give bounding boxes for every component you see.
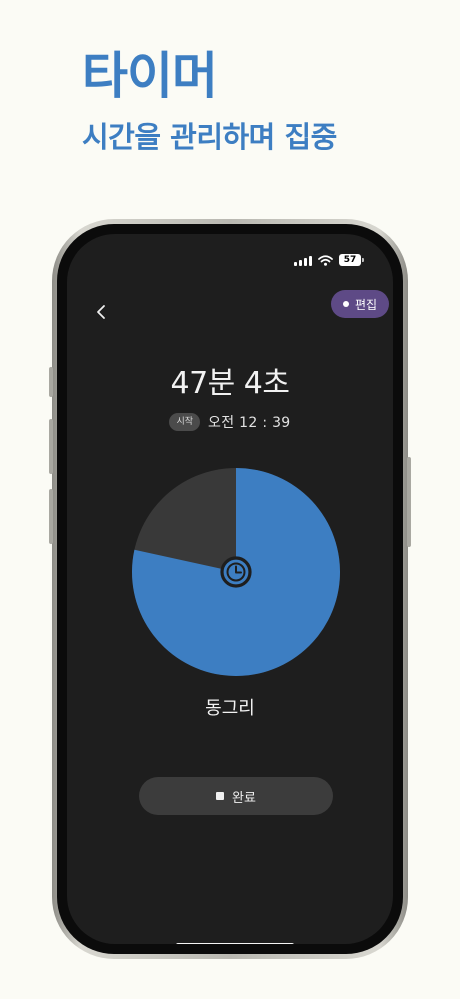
elapsed-time: 47분 4초 xyxy=(170,366,291,401)
battery-level: 57 xyxy=(343,255,357,265)
phone-frame: 57 편집 47분 4초 시작 오전 12 : 39 동그리 완료 xyxy=(49,219,411,959)
cellular-signal-icon xyxy=(294,255,312,266)
action-button xyxy=(49,367,53,397)
volume-up-button xyxy=(49,419,53,474)
edit-dot-icon xyxy=(342,301,349,307)
chevron-left-icon xyxy=(97,305,105,319)
start-time: 오전 12 : 39 xyxy=(208,415,291,431)
home-indicator[interactable] xyxy=(176,943,294,944)
task-name: 동그리 xyxy=(205,698,255,719)
headline: 타이머 xyxy=(82,47,218,105)
start-badge: 시작 xyxy=(169,413,201,431)
subheadline: 시간을 관리하며 집중 xyxy=(82,120,337,154)
phone-bezel: 57 편집 47분 4초 시작 오전 12 : 39 동그리 완료 xyxy=(57,224,403,954)
stop-square-icon xyxy=(216,792,225,800)
screen: 57 편집 47분 4초 시작 오전 12 : 39 동그리 완료 xyxy=(67,234,393,944)
power-button xyxy=(407,457,411,547)
start-info: 시작 오전 12 : 39 xyxy=(67,412,393,432)
clock-icon xyxy=(220,556,252,588)
edit-button-label: 편집 xyxy=(354,297,378,312)
complete-button-label: 완료 xyxy=(232,790,256,806)
complete-button[interactable]: 완료 xyxy=(139,777,333,815)
volume-down-button xyxy=(49,489,53,544)
battery-icon: 57 xyxy=(339,254,364,266)
status-bar: 57 xyxy=(294,254,364,266)
wifi-icon xyxy=(318,254,333,266)
back-button[interactable] xyxy=(89,300,113,324)
edit-button[interactable]: 편집 xyxy=(331,290,389,318)
timer-pie-chart xyxy=(132,468,340,676)
